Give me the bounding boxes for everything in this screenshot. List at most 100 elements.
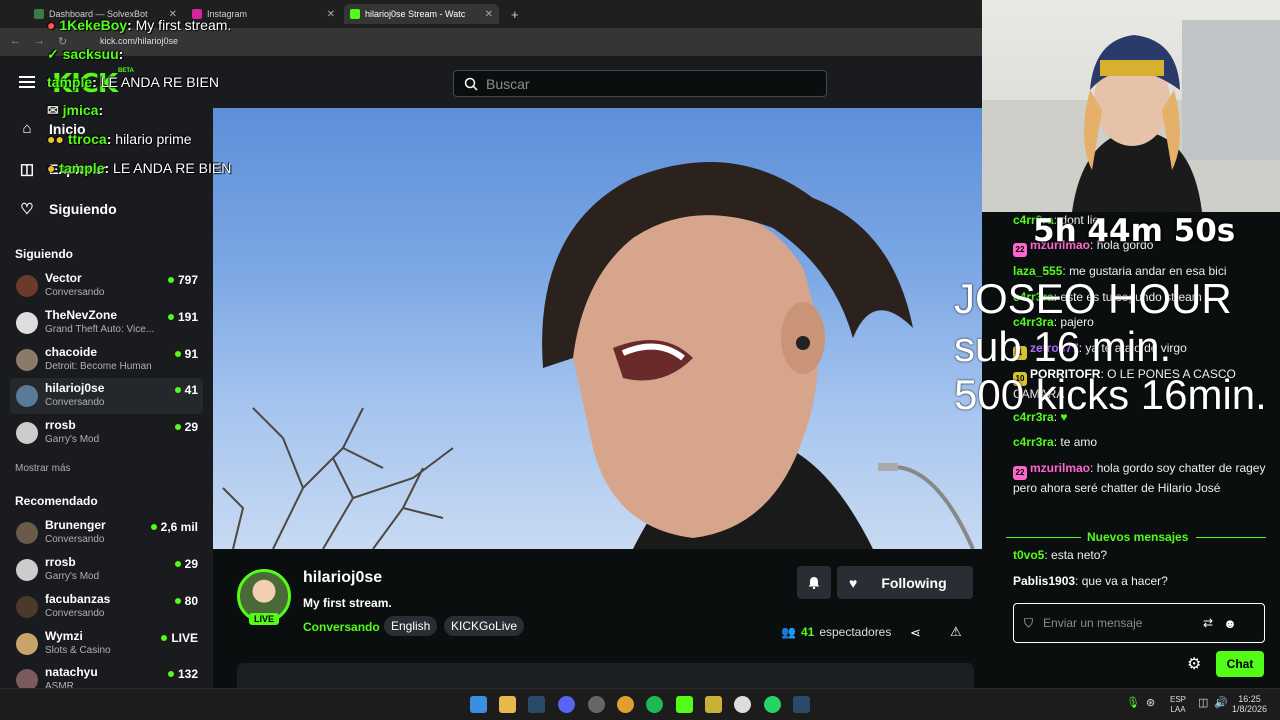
- live-dot-icon: [174, 424, 181, 430]
- avatar: [16, 633, 38, 655]
- chrome-icon[interactable]: [617, 696, 634, 713]
- sidebar-channel-vector[interactable]: Vector Conversando 797: [10, 268, 203, 304]
- back-icon[interactable]: ←: [10, 35, 21, 47]
- wifi-icon[interactable]: ◫: [1198, 698, 1208, 709]
- chat-message: t0vo5: esta neto?: [1013, 548, 1108, 562]
- avatar: [16, 349, 38, 371]
- chat-input-box[interactable]: ⛉ ⇄ ☻: [1013, 603, 1265, 643]
- url-field[interactable]: kick.com/hilarioj0se: [100, 36, 178, 46]
- recommended-heading: Recomendado: [15, 494, 98, 508]
- viewer-count: 191: [167, 310, 198, 324]
- network-icon[interactable]: ⊛: [1146, 698, 1155, 709]
- live-dot-icon: [174, 561, 181, 567]
- channel-name: TheNevZone: [45, 308, 118, 322]
- home-icon: ⌂: [22, 120, 32, 137]
- kick-favicon-icon: [350, 9, 360, 19]
- translate-icon[interactable]: ⇄: [1203, 616, 1213, 630]
- live-dot-icon: [174, 351, 181, 357]
- viewer-count: 29: [174, 420, 198, 434]
- chat-message: 22 mzurilmao: hola gordo soy chatter de r…: [1013, 461, 1266, 495]
- file-explorer-icon[interactable]: [499, 696, 516, 713]
- heart-icon: ♥: [849, 574, 858, 591]
- viewer-count: 2,6 mil: [150, 520, 198, 534]
- viewer-count: 41: [174, 383, 198, 397]
- sidebar-channel-rrosb[interactable]: rrosb Garry's Mod 29: [10, 415, 203, 451]
- discord-icon[interactable]: [558, 696, 575, 713]
- close-tab-icon[interactable]: ✕: [485, 9, 493, 20]
- sidebar-channel-wymzi[interactable]: Wymzi Slots & Casino LIVE: [10, 626, 203, 662]
- announcement-line: JOSEO HOUR: [954, 275, 1232, 322]
- channel-name: rrosb: [45, 555, 76, 569]
- sidebar-channel-hilarioj0se[interactable]: hilarioj0se Conversando 41: [10, 378, 203, 414]
- chat-message: Pablis1903: que va a hacer?: [1013, 574, 1168, 588]
- notifications-button[interactable]: [797, 566, 831, 599]
- channel-category: Grand Theft Auto: Vice...: [45, 324, 155, 335]
- close-tab-icon[interactable]: ✕: [327, 9, 335, 20]
- chat-message-input[interactable]: [1043, 616, 1194, 630]
- obs-icon[interactable]: [588, 696, 605, 713]
- badge-icon: ✉: [47, 102, 59, 118]
- stream-category[interactable]: Conversando: [303, 620, 380, 634]
- show-more-link[interactable]: Mostrar más: [15, 463, 71, 474]
- emoji-icon[interactable]: ☻: [1223, 616, 1237, 631]
- clock[interactable]: 16:25 1/8/2026: [1232, 694, 1267, 714]
- steam-icon-2[interactable]: [793, 696, 810, 713]
- viewer-count: 80: [174, 594, 198, 608]
- sidebar-channel-rrosb-recommended[interactable]: rrosb Garry's Mod 29: [10, 552, 203, 588]
- channel-name: hilarioj0se: [45, 381, 105, 395]
- sidebar-channel-chacoide[interactable]: chacoide Detroit: Become Human 91: [10, 342, 203, 378]
- avatar: [16, 596, 38, 618]
- following-button[interactable]: ♥ Following: [837, 566, 973, 599]
- language-indicator[interactable]: ESP LAA: [1170, 695, 1186, 715]
- stream-video-frame: [222, 162, 975, 549]
- app-icon[interactable]: [705, 696, 722, 713]
- sidebar-channel-brunenger[interactable]: Brunenger Conversando 2,6 mil: [10, 515, 203, 551]
- dashboard-favicon-icon: [34, 9, 44, 19]
- channel-name: facubanzas: [45, 592, 111, 606]
- following-label: Following: [881, 574, 947, 591]
- channel-name: Wymzi: [45, 629, 83, 643]
- new-messages-divider: Nuevos mensajes: [1006, 530, 1266, 544]
- microphone-icon[interactable]: 🎙: [1126, 698, 1140, 709]
- sub-badge-icon: 22: [1013, 243, 1027, 257]
- sidebar-nav-following[interactable]: ♡ Siguiendo: [19, 200, 117, 218]
- sidebar-channel-facubanzas[interactable]: facubanzas Conversando 80: [10, 589, 203, 625]
- stream-title: My first stream.: [303, 596, 392, 610]
- menu-icon[interactable]: [19, 76, 35, 88]
- badge-icon: ✓: [47, 46, 59, 62]
- tab-label: hilarioj0se Stream - Watch: [365, 9, 465, 19]
- send-chat-button[interactable]: Chat: [1216, 651, 1264, 677]
- browser-tab-kick[interactable]: hilarioj0se Stream - Watch ✕: [344, 4, 499, 24]
- search-input[interactable]: Buscar: [453, 70, 827, 97]
- whatsapp-icon[interactable]: [764, 696, 781, 713]
- viewer-count: 91: [174, 347, 198, 361]
- tag-kickgolive[interactable]: KICKGoLive: [444, 616, 525, 636]
- chat-settings-gear-icon[interactable]: ⚙: [1187, 654, 1201, 674]
- overlay-chat-line: ✉ jmica:: [47, 102, 104, 118]
- channel-category: Conversando: [45, 397, 105, 408]
- start-icon[interactable]: [470, 696, 487, 713]
- sidebar-channel-thenevzone[interactable]: TheNevZone Grand Theft Auto: Vice... 191: [10, 305, 203, 341]
- badge-icon: ●●: [47, 131, 64, 147]
- new-tab-button[interactable]: +: [505, 4, 525, 24]
- ccleaner-icon[interactable]: [734, 696, 751, 713]
- spotify-icon[interactable]: [646, 696, 663, 713]
- forward-icon[interactable]: →: [34, 35, 45, 47]
- nav-label: Siguiendo: [49, 201, 117, 217]
- steam-icon[interactable]: [528, 696, 545, 713]
- video-player[interactable]: [213, 108, 997, 549]
- compass-icon: ◫: [19, 161, 35, 178]
- shield-icon[interactable]: ⛉: [1024, 616, 1033, 631]
- volume-icon[interactable]: 🔊: [1214, 698, 1228, 709]
- avatar: [16, 312, 38, 334]
- live-dot-icon: [174, 387, 181, 393]
- report-icon[interactable]: ⚠: [950, 624, 962, 640]
- announcement-line: sub 16 min.: [954, 323, 1172, 370]
- kick-app-icon[interactable]: [676, 696, 693, 713]
- announcement-line: 500 kicks 16min.: [954, 371, 1267, 418]
- tag-english[interactable]: English: [384, 616, 438, 636]
- channel-name[interactable]: hilarioj0se: [303, 569, 382, 587]
- share-icon[interactable]: ⋖: [910, 625, 921, 641]
- live-dot-icon: [167, 671, 174, 677]
- sub-badge-icon: 22: [1013, 466, 1027, 480]
